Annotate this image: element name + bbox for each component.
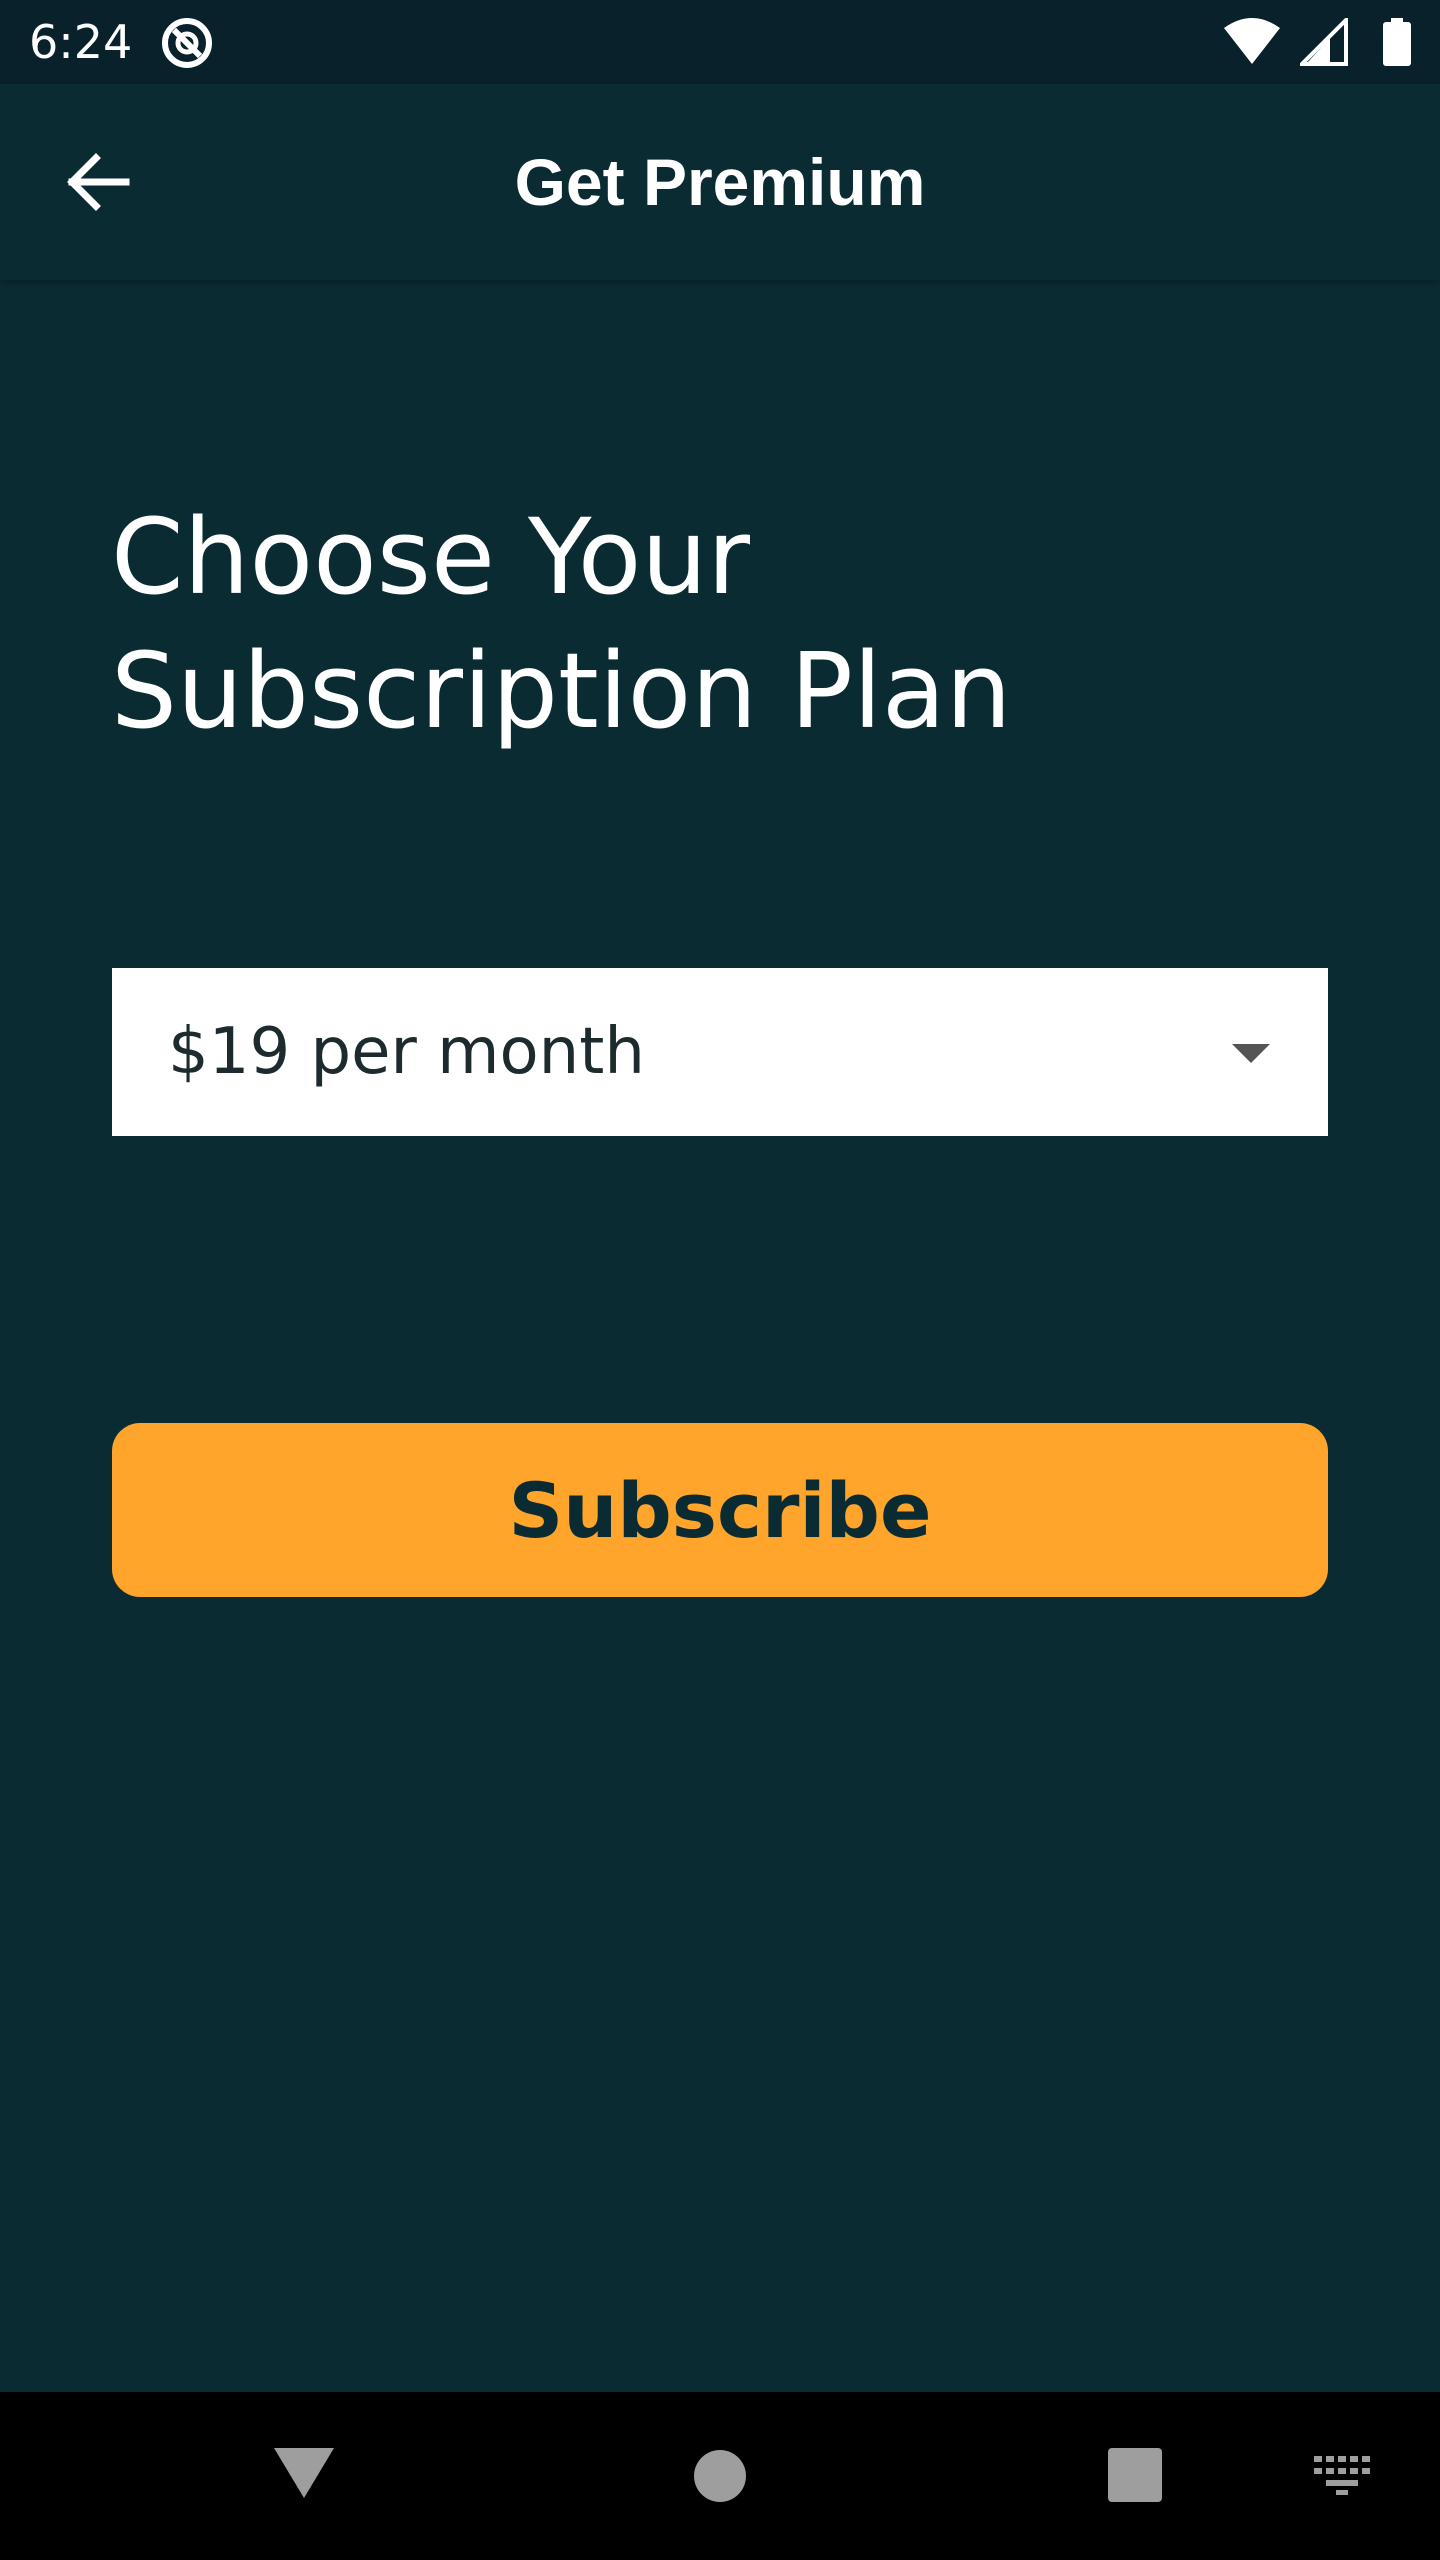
plan-select[interactable]: $19 per month xyxy=(112,968,1328,1136)
dropdown-arrow-icon xyxy=(1232,1044,1270,1063)
page-title: Get Premium xyxy=(514,145,926,219)
app-bar: Get Premium xyxy=(0,84,1440,280)
nav-home-icon[interactable] xyxy=(694,2450,746,2502)
battery-icon xyxy=(1383,18,1411,66)
status-bar: 6:24 xyxy=(0,0,1440,84)
keyboard-icon[interactable] xyxy=(1314,2456,1372,2496)
cell-signal-icon xyxy=(1300,18,1348,66)
headline: Choose Your Subscription Plan xyxy=(111,496,1012,752)
app-notification-icon xyxy=(162,18,212,68)
arrow-back-icon xyxy=(67,153,130,211)
nav-recents-icon[interactable] xyxy=(1108,2448,1162,2502)
wifi-icon xyxy=(1224,18,1280,64)
status-time: 6:24 xyxy=(29,15,133,69)
plan-select-value: $19 per month xyxy=(168,1015,645,1089)
subscribe-button[interactable]: Subscribe xyxy=(112,1423,1328,1597)
back-button[interactable] xyxy=(58,146,138,218)
nav-back-icon[interactable] xyxy=(274,2448,334,2498)
nav-bar xyxy=(0,2392,1440,2560)
